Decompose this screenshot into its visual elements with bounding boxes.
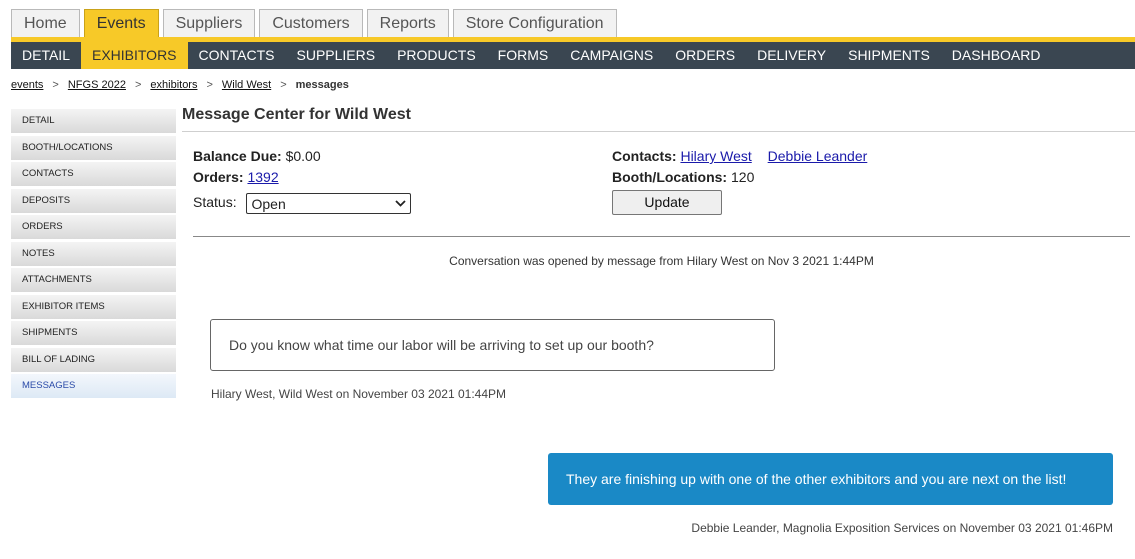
breadcrumb-separator: > (52, 79, 59, 91)
subnav-contacts[interactable]: CONTACTS (188, 42, 286, 69)
breadcrumb-separator: > (134, 79, 142, 91)
order-link[interactable]: 1392 (247, 169, 278, 185)
sidebar-item-attachments[interactable]: ATTACHMENTS (11, 268, 176, 292)
subnav-orders[interactable]: ORDERS (664, 42, 746, 69)
page-title: Message Center for Wild West (182, 106, 1135, 132)
orders: Orders: 1392 (193, 169, 279, 185)
subnav-detail[interactable]: DETAIL (11, 42, 81, 69)
subnav-shipments[interactable]: SHIPMENTS (837, 42, 941, 69)
status-label: Status: (193, 194, 237, 211)
booth-locations-value: 120 (731, 169, 755, 185)
sidebar-item-orders[interactable]: ORDERS (11, 215, 176, 239)
sidebar-item-messages[interactable]: MESSAGES (11, 374, 176, 398)
outgoing-message: They are finishing up with one of the ot… (548, 453, 1113, 505)
outgoing-message-meta: Debbie Leander, Magnolia Exposition Serv… (691, 521, 1113, 535)
status: Status: Open (193, 193, 412, 214)
top-tab-bar: Home Events Suppliers Customers Reports … (11, 9, 617, 37)
breadcrumb-separator: > (206, 79, 213, 91)
tab-customers[interactable]: Customers (259, 9, 363, 37)
conversation-opened-note: Conversation was opened by message from … (449, 254, 874, 268)
divider (193, 236, 1130, 237)
orders-label: Orders: (193, 169, 244, 185)
update-button[interactable]: Update (612, 190, 722, 215)
sidebar-item-deposits[interactable]: DEPOSITS (11, 188, 176, 213)
subnav-campaigns[interactable]: CAMPAIGNS (559, 42, 664, 69)
subnav-products[interactable]: PRODUCTS (386, 42, 487, 69)
balance-due-label: Balance Due: (193, 148, 282, 164)
contacts-label: Contacts: (612, 148, 677, 164)
breadcrumb: events > NFGS 2022 > exhibitors > Wild W… (11, 79, 349, 91)
balance-due-value: $0.00 (285, 148, 321, 164)
booth-locations-label: Booth/Locations: (612, 169, 728, 185)
sidebar-item-detail[interactable]: DETAIL (11, 109, 176, 133)
tab-suppliers[interactable]: Suppliers (162, 9, 256, 37)
breadcrumb-exhibitors[interactable]: exhibitors (150, 79, 197, 91)
sub-navigation: DETAIL EXHIBITORS CONTACTS SUPPLIERS PRO… (11, 37, 1135, 69)
booth-locations: Booth/Locations: 120 (612, 169, 754, 185)
sidebar-item-contacts[interactable]: CONTACTS (11, 162, 176, 186)
status-select-value: Open (251, 195, 286, 212)
sidebar-item-bill-of-lading[interactable]: BILL OF LADING (11, 347, 176, 372)
sidebar: DETAIL BOOTH/LOCATIONS CONTACTS DEPOSITS… (11, 109, 176, 401)
breadcrumb-events[interactable]: events (11, 79, 43, 91)
tab-reports[interactable]: Reports (366, 9, 449, 37)
tab-store-configuration[interactable]: Store Configuration (452, 9, 617, 37)
contact-link-debbie-leander[interactable]: Debbie Leander (768, 148, 868, 164)
sidebar-item-shipments[interactable]: SHIPMENTS (11, 321, 176, 345)
breadcrumb-separator: > (280, 79, 287, 91)
contacts: Contacts: Hilary West Debbie Leander (612, 148, 867, 164)
breadcrumb-exhibitor[interactable]: Wild West (222, 79, 271, 91)
subnav-dashboard[interactable]: DASHBOARD (941, 42, 1052, 69)
status-select[interactable]: Open (246, 193, 412, 214)
tab-home[interactable]: Home (11, 9, 80, 37)
chevron-down-icon (395, 200, 407, 207)
breadcrumb-event[interactable]: NFGS 2022 (68, 79, 126, 91)
subnav-exhibitors[interactable]: EXHIBITORS (80, 42, 188, 69)
sidebar-item-booth-locations[interactable]: BOOTH/LOCATIONS (11, 135, 176, 160)
tab-events[interactable]: Events (83, 9, 159, 37)
contact-link-hilary-west[interactable]: Hilary West (680, 148, 751, 164)
incoming-message: Do you know what time our labor will be … (210, 319, 775, 371)
sidebar-item-notes[interactable]: NOTES (11, 241, 176, 266)
breadcrumb-current: messages (295, 79, 349, 91)
subnav-delivery[interactable]: DELIVERY (746, 42, 837, 69)
incoming-message-meta: Hilary West, Wild West on November 03 20… (211, 387, 507, 401)
balance-due: Balance Due: $0.00 (193, 148, 321, 164)
subnav-suppliers[interactable]: SUPPLIERS (286, 42, 387, 69)
subnav-forms[interactable]: FORMS (487, 42, 560, 69)
sidebar-item-exhibitor-items[interactable]: EXHIBITOR ITEMS (11, 294, 176, 319)
